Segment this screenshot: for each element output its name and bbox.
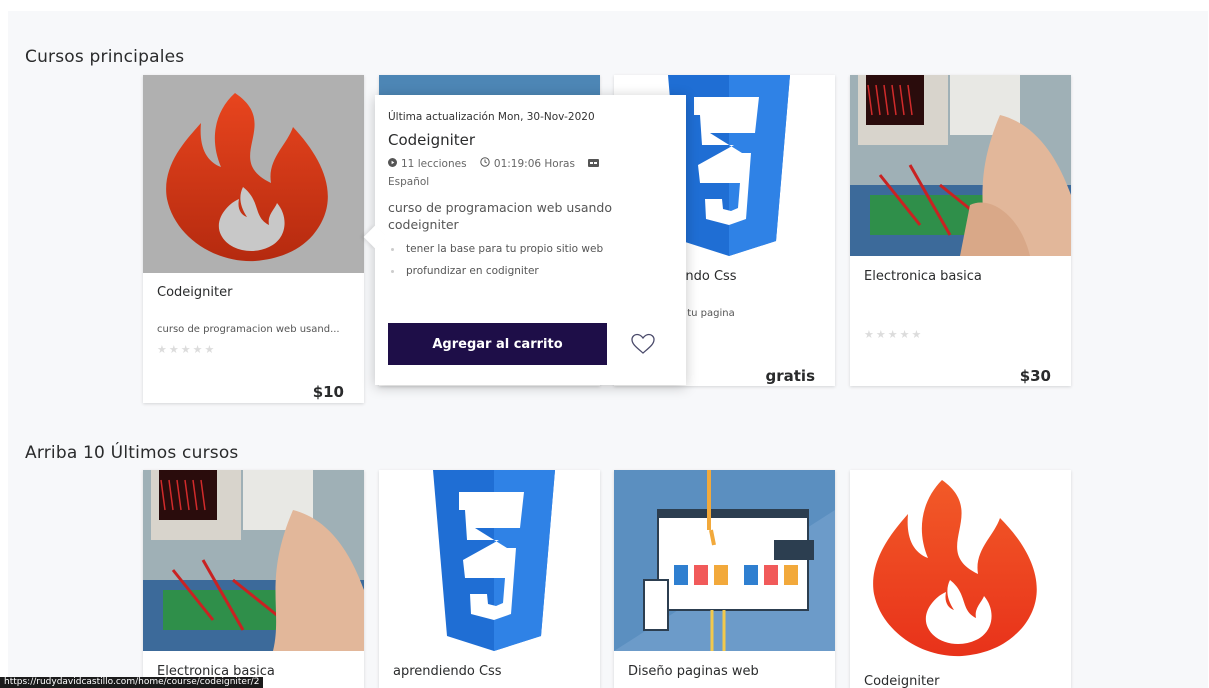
latest-card-codeigniter[interactable]: Codeigniter — [850, 470, 1071, 688]
course-card-electronica[interactable]: Electronica basica ★★★★★ $30 — [850, 75, 1071, 386]
course-price: $30 — [1019, 367, 1051, 385]
browser-status-url: https://rudydavidcastillo.com/home/cours… — [0, 677, 264, 688]
add-to-cart-button[interactable]: Agregar al carrito — [388, 323, 607, 365]
clock-icon — [480, 155, 490, 173]
course-title: aprendiendo Css — [393, 664, 502, 679]
electronics-photo-thumbnail — [850, 75, 1071, 256]
rating-stars: ★★★★★ — [157, 343, 217, 356]
section-title-latest-courses: Arriba 10 Últimos cursos — [25, 443, 239, 463]
web-design-thumbnail — [614, 470, 835, 651]
course-title: Diseño paginas web — [628, 664, 759, 679]
course-title: Codeigniter — [157, 285, 233, 300]
course-hover-popup: Última actualización Mon, 30-Nov-2020 Co… — [363, 95, 686, 385]
codeigniter-flame-thumbnail — [850, 470, 1071, 668]
course-outcomes-list: tener la base para tu propio sitio web p… — [388, 243, 673, 277]
course-duration: 01:19:06 Horas — [493, 158, 575, 170]
course-meta: 11 lecciones 01:19:06 Horas Español — [388, 155, 673, 191]
course-price: gratis — [765, 367, 816, 385]
popup-course-title: Codeigniter — [388, 131, 476, 149]
last-updated-text: Última actualización Mon, 30-Nov-2020 — [388, 111, 595, 123]
codeigniter-flame-thumbnail — [143, 75, 364, 273]
closed-caption-icon — [588, 155, 600, 173]
course-subtitle — [864, 308, 1057, 320]
css3-logo-thumbnail — [379, 470, 600, 651]
play-circle-icon — [388, 155, 397, 173]
rating-stars: ★★★★★ — [864, 328, 924, 341]
latest-card-diseno[interactable]: Diseño paginas web — [614, 470, 835, 688]
popup-description: curso de programacion web usando codeign… — [388, 200, 612, 232]
section-title-top-courses: Cursos principales — [25, 47, 185, 67]
outcome-item: tener la base para tu propio sitio web — [388, 243, 673, 255]
course-title: Electronica basica — [864, 269, 982, 284]
course-subtitle: curso de programacion web usand... — [157, 324, 340, 335]
latest-card-css[interactable]: aprendiendo Css — [379, 470, 600, 688]
wishlist-heart-icon[interactable] — [630, 332, 656, 356]
lessons-count: 11 lecciones — [401, 158, 467, 170]
course-card-codeigniter[interactable]: Codeigniter curso de programacion web us… — [143, 75, 364, 403]
electronics-photo-thumbnail — [143, 470, 364, 651]
outcome-item: profundizar en codigniter — [388, 265, 673, 277]
course-language: Español — [388, 176, 430, 188]
course-title: Codeigniter — [864, 674, 940, 688]
course-price: $10 — [312, 383, 344, 401]
latest-card-electronica[interactable]: Electronica basica — [143, 470, 364, 688]
